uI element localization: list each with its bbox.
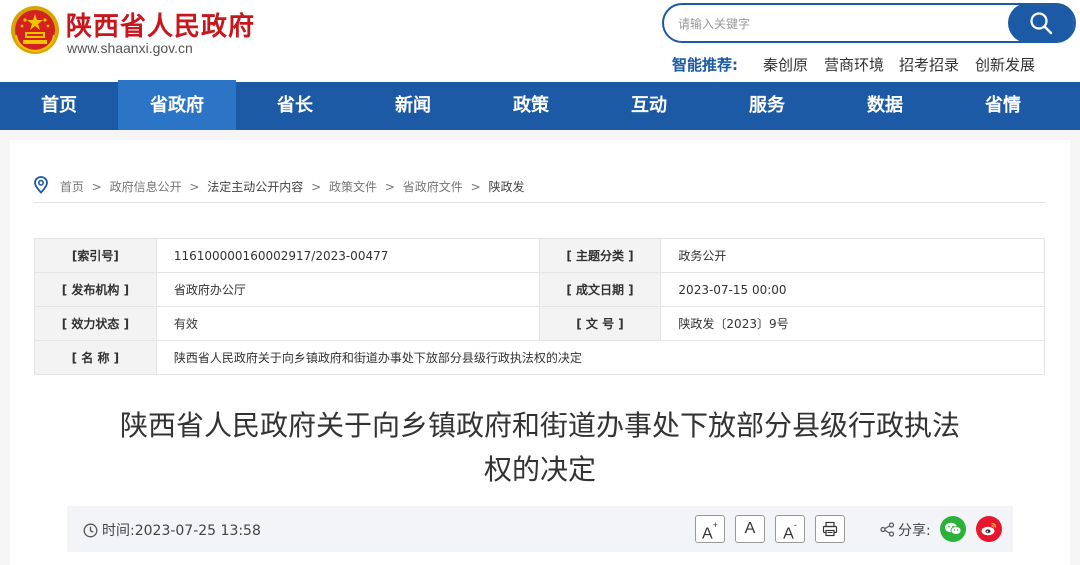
table-row: [ 名 称 ] 陕西省人民政府关于向乡镇政府和街道办事处下放部分县级行政执法权的… [34,340,1046,375]
index-no-label: [索引号] [34,238,157,273]
smart-link-business-env[interactable]: 营商环境 [824,54,884,75]
smart-link-innovation[interactable]: 创新发展 [975,54,1035,75]
clock-icon [83,523,98,538]
site-name[interactable]: 陕西省人民政府 [66,6,255,43]
breadcrumb: 首页 > 政府信息公开 > 法定主动公开内容 > 政策文件 > 省政府文件 > … [34,176,525,194]
issuer-label: [ 发布机构 ] [34,272,157,307]
breadcrumb-separator: > [470,179,481,194]
share-icon [880,522,895,537]
breadcrumb-shaanzhengfa[interactable]: 陕政发 [489,180,525,194]
smart-link-recruitment[interactable]: 招考招录 [899,54,959,75]
font-decrease-label: A [783,525,794,543]
name-value: 陕西省人民政府关于向乡镇政府和街道办事处下放部分县级行政执法权的决定 [155,340,1046,375]
issuer-value: 省政府办公厅 [155,272,540,307]
weibo-share-button[interactable] [976,516,1002,542]
document-title: 陕西省人民政府关于向乡镇政府和街道办事处下放部分县级行政执法 权的决定 [90,404,990,492]
nav-interaction[interactable]: 互动 [590,82,708,130]
site-header: 陕西省人民政府 www.shaanxi.gov.cn 智能推荐: 秦创原 营商环… [0,0,1080,82]
nav-province-info[interactable]: 省情 [944,82,1062,130]
font-decrease-button[interactable]: A- [775,515,805,543]
print-button[interactable] [815,515,845,543]
date-value: 2023-07-15 00:00 [660,272,1045,307]
breadcrumb-separator: > [311,179,322,194]
breadcrumb-home[interactable]: 首页 [60,180,84,194]
nav-data[interactable]: 数据 [826,82,944,130]
name-label: [ 名 称 ] [34,340,157,375]
breadcrumb-gov-info-public[interactable]: 政府信息公开 [110,180,182,194]
wechat-icon [945,522,962,535]
doc-no-label: [ 文 号 ] [538,306,662,341]
status-value: 有效 [155,306,540,341]
weibo-icon [981,522,997,536]
time-value: 2023-07-25 13:58 [134,523,261,539]
font-increase-label: A [702,525,713,543]
nav-policy[interactable]: 政策 [472,82,590,130]
font-reset-label: A [744,520,756,537]
doc-no-value: 陕政发〔2023〕9号 [660,306,1045,341]
font-reset-button[interactable]: A [735,515,765,543]
topic-value: 政务公开 [660,238,1045,273]
breadcrumb-separator: > [189,179,200,194]
nav-governor[interactable]: 省长 [236,82,354,130]
table-row: [ 效力状态 ] 有效 [ 文 号 ] 陕政发〔2023〕9号 [34,306,1045,341]
topic-label: [ 主题分类 ] [538,238,662,273]
search-icon [1030,12,1053,35]
print-icon [822,521,838,537]
status-label: [ 效力状态 ] [34,306,157,341]
index-no-value: 116100000160002917/2023-00477 [155,238,540,273]
main-nav: 首页 省政府 省长 新闻 政策 互动 服务 数据 省情 [0,80,1080,130]
share-label: 分享: [898,523,931,539]
breadcrumb-separator: > [384,179,395,194]
divider [34,202,1045,203]
site-domain: www.shaanxi.gov.cn [67,40,193,56]
search-button[interactable] [1008,3,1074,43]
breadcrumb-separator: > [91,179,102,194]
breadcrumb-provincial-docs[interactable]: 省政府文件 [403,180,463,194]
document-meta-table: [索引号] 116100000160002917/2023-00477 [ 主题… [34,238,1046,375]
national-emblem-icon[interactable] [10,5,60,55]
document-title-line1: 陕西省人民政府关于向乡镇政府和街道办事处下放部分县级行政执法 [119,409,960,442]
nav-services[interactable]: 服务 [708,82,826,130]
search-input[interactable] [678,14,998,34]
document-title-line2: 权的决定 [483,453,596,486]
smart-link-qinchuangyuan[interactable]: 秦创原 [763,54,808,75]
time-label: 时间: [102,523,135,539]
publish-time: 时间:2023-07-25 13:58 [83,520,261,540]
breadcrumb-policy-docs[interactable]: 政策文件 [329,180,377,194]
search-box [662,3,1076,43]
nav-home[interactable]: 首页 [0,82,118,130]
nav-provincial-government[interactable]: 省政府 [118,80,236,130]
date-label: [ 成文日期 ] [538,272,662,307]
table-row: [索引号] 116100000160002917/2023-00477 [ 主题… [34,238,1045,273]
font-decrease-sup: - [793,520,797,530]
nav-news[interactable]: 新闻 [354,82,472,130]
breadcrumb-statutory-content[interactable]: 法定主动公开内容 [207,180,303,194]
location-pin-icon [34,176,48,197]
smart-recommend-label: 智能推荐: [672,56,738,74]
font-increase-sup: + [712,520,718,530]
article-toolbar: 时间:2023-07-25 13:58 A+ A A- 分享: [67,506,1013,552]
font-increase-button[interactable]: A+ [695,515,725,543]
table-row: [ 发布机构 ] 省政府办公厅 [ 成文日期 ] 2023-07-15 00:0… [34,272,1045,307]
wechat-share-button[interactable] [940,516,966,542]
